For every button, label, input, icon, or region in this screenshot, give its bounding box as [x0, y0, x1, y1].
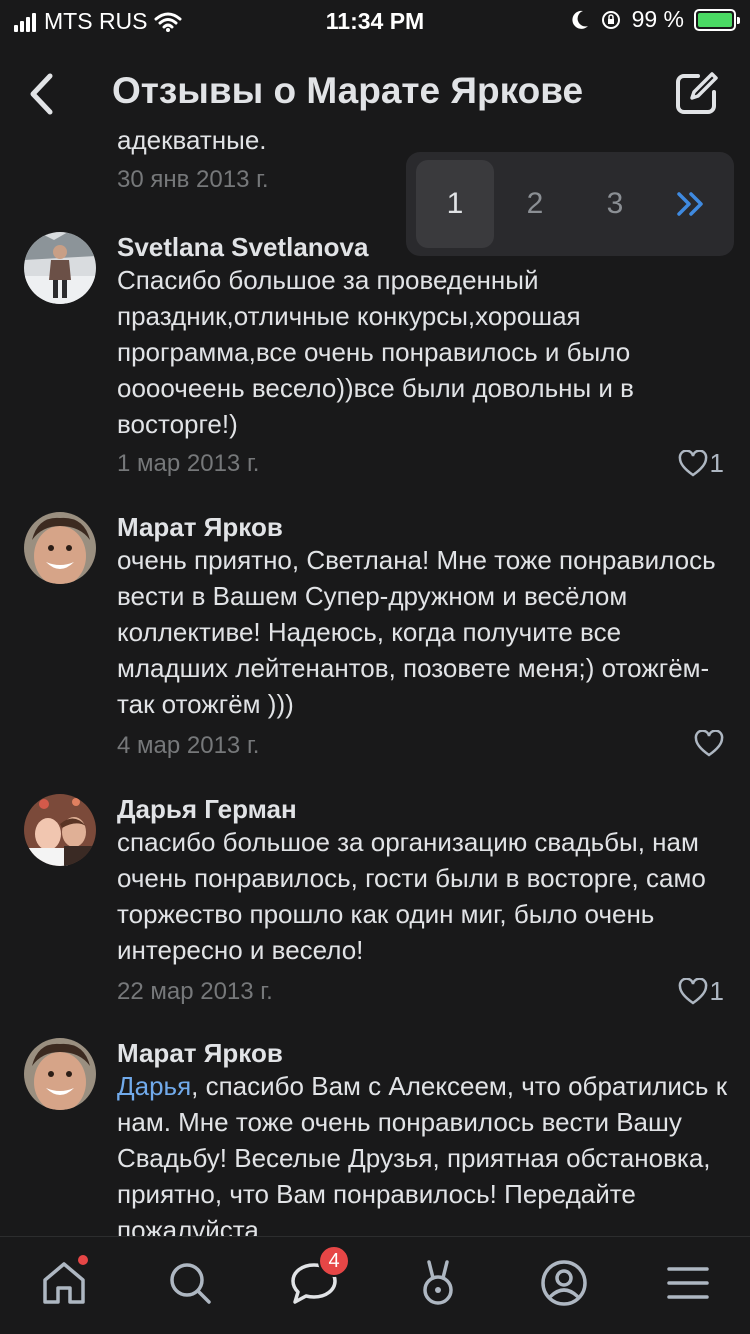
pagination: 1 2 3 [406, 152, 734, 256]
battery-icon [694, 8, 740, 31]
messages-badge: 4 [318, 1245, 350, 1277]
chevron-left-icon [30, 73, 53, 115]
avatar[interactable] [24, 512, 96, 584]
clips-icon [423, 1260, 453, 1305]
review-text: очень приятно, Светлана! Мне тоже понрав… [117, 545, 716, 719]
tab-messages[interactable]: 4 [284, 1245, 350, 1313]
review-date: 4 мар 2013 г. [117, 732, 260, 759]
review-date: 22 мар 2013 г. [117, 978, 273, 1005]
page-title: Отзывы о Марате Яркове [112, 70, 584, 111]
notification-dot [78, 1255, 88, 1265]
tab-search[interactable] [160, 1253, 220, 1313]
like-count: 1 [709, 448, 724, 478]
home-icon [43, 1262, 85, 1304]
battery-percent: 99 % [631, 6, 684, 32]
search-icon [170, 1263, 211, 1304]
avatar[interactable] [24, 232, 96, 304]
tab-home[interactable] [34, 1253, 94, 1313]
like-button[interactable] [694, 730, 724, 758]
review-author[interactable]: Марат Ярков [117, 512, 283, 542]
mention-link[interactable]: Дарья [117, 1071, 191, 1101]
like-button[interactable]: 1 [678, 976, 724, 1007]
avatar[interactable] [24, 794, 96, 866]
review-author[interactable]: Дарья Герман [117, 794, 297, 824]
profile-icon [541, 1260, 587, 1306]
menu-icon [667, 1267, 709, 1299]
like-button[interactable]: 1 [678, 448, 724, 479]
status-bar: MTS RUS 11:34 PM 99 % [0, 0, 750, 40]
review-author[interactable]: Svetlana Svetlanova [117, 232, 368, 262]
page-button-2[interactable]: 2 [496, 160, 574, 248]
heart-icon [694, 730, 724, 757]
compose-icon [676, 72, 718, 114]
review-text: спасибо большое за организацию свадьбы, … [117, 827, 706, 965]
next-pages-button[interactable] [652, 160, 730, 248]
review-text: Дарья, спасибо Вам с Алексеем, что обрат… [117, 1068, 729, 1236]
page-button-1[interactable]: 1 [416, 160, 494, 248]
reviews-feed[interactable]: адекватные. 30 янв 2013 г. Svetlana Svet… [0, 126, 750, 1236]
moon-icon [571, 10, 588, 29]
tab-clips[interactable] [408, 1253, 468, 1313]
heart-icon [678, 977, 707, 1005]
review-text: Спасибо большое за проведенный праздник,… [117, 265, 634, 439]
double-chevron-right-icon [677, 192, 703, 216]
status-right: 99 % [570, 6, 740, 33]
navigation-header: Отзывы о Марате Яркове [0, 56, 750, 132]
tab-profile[interactable] [534, 1253, 594, 1313]
compose-button[interactable] [668, 66, 724, 122]
page-button-3[interactable]: 3 [576, 160, 654, 248]
review-text-body: , спасибо Вам с Алексеем, что обратились… [117, 1071, 728, 1236]
review-date: 30 янв 2013 г. [117, 166, 269, 193]
orientation-lock-icon [601, 10, 620, 29]
avatar[interactable] [24, 1038, 96, 1110]
heart-icon [678, 449, 707, 477]
tab-bar: 4 [0, 1236, 750, 1334]
like-count: 1 [709, 976, 724, 1006]
back-button[interactable] [16, 66, 66, 122]
review-date: 1 мар 2013 г. [117, 450, 260, 477]
review-author[interactable]: Марат Ярков [117, 1038, 283, 1068]
tab-menu[interactable] [658, 1253, 718, 1313]
review-text-fragment: адекватные. [117, 126, 267, 155]
